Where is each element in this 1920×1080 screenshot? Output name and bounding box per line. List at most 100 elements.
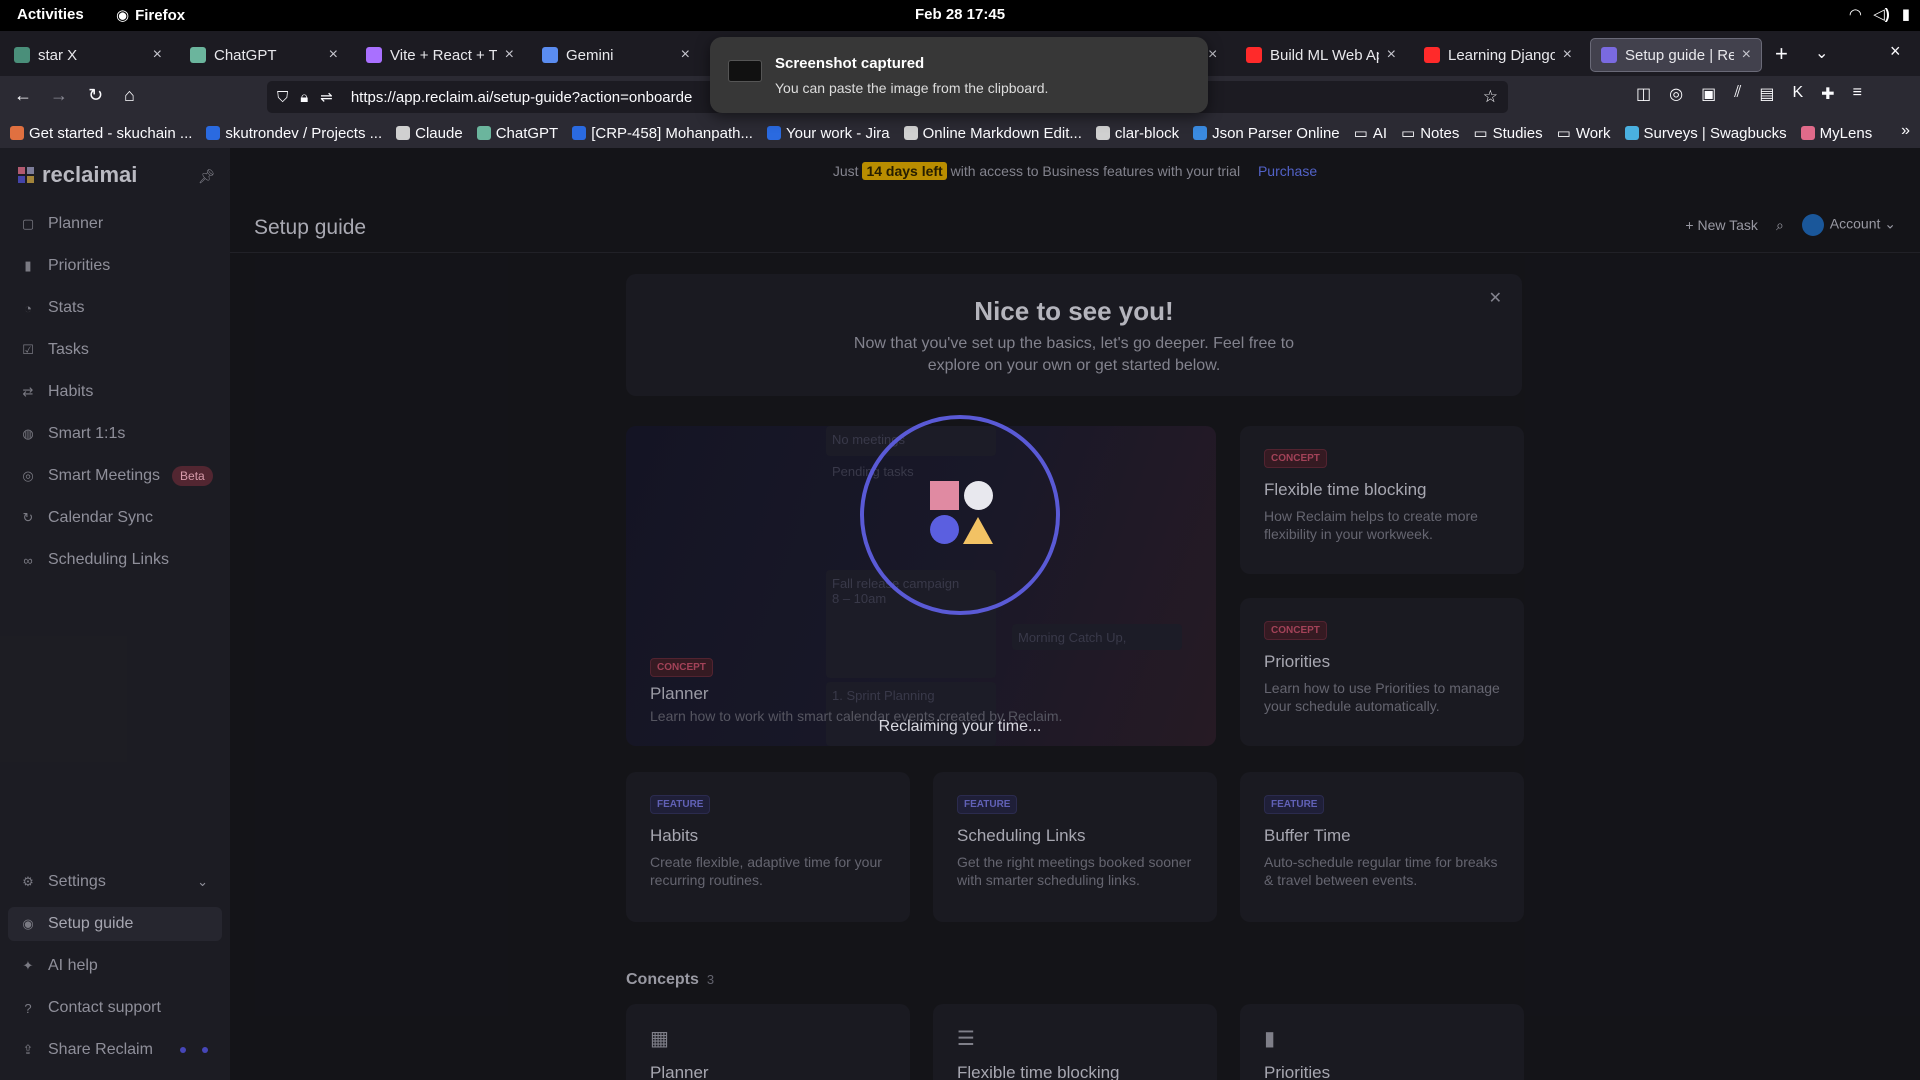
bookmark-item[interactable]: Online Markdown Edit... bbox=[903, 125, 1082, 142]
loading-text: Reclaiming your time... bbox=[878, 718, 1042, 735]
bookmark-item[interactable]: [CRP-458] Mohanpath... bbox=[572, 125, 753, 142]
system-top-bar: Activities ◉ Firefox Feb 28 17:45 ◠ ◁) ▮ bbox=[0, 0, 1920, 31]
library-icon[interactable]: ⫽ bbox=[1734, 84, 1741, 104]
tab-label: Learning Django [ bbox=[1448, 46, 1555, 64]
bookmark-folder[interactable]: ▭ Work bbox=[1556, 124, 1611, 143]
home-icon[interactable]: ⌂ bbox=[124, 85, 135, 106]
folder-icon: ▭ bbox=[1473, 125, 1488, 142]
tab-label: Setup guide | Recl bbox=[1625, 46, 1734, 64]
tab-vite[interactable]: Vite + React + TS × bbox=[356, 38, 524, 72]
pocket-icon[interactable]: ◫ bbox=[1636, 84, 1651, 104]
white-circle-icon bbox=[964, 481, 993, 510]
bookmark-item[interactable]: Get started - skuchain ... bbox=[10, 125, 192, 142]
notification-title: Screenshot captured bbox=[775, 55, 925, 72]
tab-list-chevron-icon[interactable]: ⌄ bbox=[1815, 43, 1828, 63]
bookmark-folder[interactable]: ▭ AI bbox=[1353, 124, 1387, 143]
tab-star-x[interactable]: star X × bbox=[4, 38, 172, 72]
wifi-icon: ◠ bbox=[1849, 6, 1862, 23]
tab-setup-guide[interactable]: Setup guide | Recl × bbox=[1590, 38, 1762, 72]
tab-build-ml[interactable]: Build ML Web App × bbox=[1236, 38, 1406, 72]
activities-button[interactable]: Activities bbox=[17, 6, 84, 23]
bookmark-item[interactable]: skutrondev / Projects ... bbox=[206, 125, 382, 142]
bookmark-favicon bbox=[396, 126, 411, 140]
close-icon[interactable]: × bbox=[1742, 46, 1751, 64]
bookmark-item[interactable]: Your work - Jira bbox=[766, 125, 890, 142]
bookmark-item[interactable]: Json Parser Online bbox=[1193, 125, 1340, 142]
shield-icon[interactable]: ⛉ bbox=[277, 89, 288, 106]
bookmark-folder[interactable]: ▭ Notes bbox=[1401, 124, 1459, 143]
forward-arrow-icon[interactable]: → bbox=[50, 85, 68, 106]
volume-icon: ◁) bbox=[1873, 6, 1890, 23]
tab-label: Build ML Web App bbox=[1270, 46, 1379, 64]
close-icon[interactable]: × bbox=[681, 46, 690, 64]
account-icon[interactable]: ◎ bbox=[1669, 84, 1683, 104]
tab-favicon bbox=[190, 47, 206, 63]
bookmark-favicon bbox=[1800, 126, 1815, 140]
bookmark-favicon bbox=[476, 126, 491, 140]
folder-icon: ▭ bbox=[1401, 125, 1416, 142]
bookmark-favicon bbox=[903, 126, 918, 140]
tab-chatgpt[interactable]: ChatGPT × bbox=[180, 38, 348, 72]
loading-ring bbox=[860, 415, 1060, 615]
youtube-icon bbox=[1246, 47, 1262, 63]
bookmark-star-icon[interactable]: ☆ bbox=[1483, 87, 1498, 107]
back-arrow-icon[interactable]: ← bbox=[14, 85, 32, 106]
notification-body: You can paste the image from the clipboa… bbox=[775, 80, 1049, 96]
bookmarks-overflow-icon[interactable]: » bbox=[1901, 122, 1910, 140]
bookmark-favicon bbox=[10, 126, 24, 140]
url-text[interactable]: https://app.reclaim.ai/setup-guide?actio… bbox=[351, 89, 692, 106]
toolbar-extensions: ◫ ◎ ▣ ⫽ ▤ K ✚ ≡ bbox=[1636, 84, 1862, 104]
lock-icon[interactable]: 🔒︎ bbox=[300, 89, 308, 106]
clock[interactable]: Feb 28 17:45 bbox=[915, 6, 1005, 23]
close-icon[interactable]: × bbox=[505, 46, 514, 64]
tab-favicon bbox=[366, 47, 382, 63]
bookmark-item[interactable]: MyLens bbox=[1800, 125, 1872, 142]
close-icon[interactable]: × bbox=[329, 46, 338, 64]
tab-learning-django[interactable]: Learning Django [ × bbox=[1414, 38, 1582, 72]
bookmark-favicon bbox=[1193, 126, 1208, 140]
tab-favicon bbox=[542, 47, 558, 63]
reader-icon[interactable]: ▤ bbox=[1759, 84, 1774, 104]
extensions-puzzle-icon[interactable]: ✚ bbox=[1821, 84, 1834, 104]
reload-icon[interactable]: ↻ bbox=[88, 85, 103, 106]
extension-badge-icon[interactable]: ▣ bbox=[1701, 84, 1716, 104]
screenshot-notification[interactable]: Screenshot captured You can paste the im… bbox=[710, 37, 1208, 113]
bookmark-favicon bbox=[1624, 126, 1639, 140]
folder-icon: ▭ bbox=[1353, 125, 1368, 142]
bookmark-favicon bbox=[766, 126, 781, 140]
youtube-icon bbox=[1424, 47, 1440, 63]
new-tab-button[interactable]: + bbox=[1775, 41, 1788, 67]
page-content: reclaimai 📌︎ ▢ Planner ▮ Priorities ◔ Stats… bbox=[0, 148, 1920, 1080]
firefox-icon: ◉ bbox=[116, 7, 130, 24]
close-icon[interactable]: × bbox=[153, 46, 162, 64]
tab-label: Gemini bbox=[566, 46, 614, 64]
blue-circle-icon bbox=[930, 515, 959, 544]
bookmark-item[interactable]: ChatGPT bbox=[476, 125, 558, 142]
bookmark-item[interactable]: Surveys | Swagbucks bbox=[1624, 125, 1787, 142]
menu-hamburger-icon[interactable]: ≡ bbox=[1853, 84, 1862, 104]
close-icon[interactable]: × bbox=[1563, 46, 1572, 64]
close-icon[interactable]: × bbox=[1387, 46, 1396, 64]
folder-icon: ▭ bbox=[1556, 125, 1571, 142]
bookmark-favicon bbox=[206, 126, 221, 140]
tab-favicon bbox=[1601, 47, 1617, 63]
k-extension-icon[interactable]: K bbox=[1792, 84, 1803, 104]
app-menu[interactable]: ◉ Firefox bbox=[116, 6, 186, 25]
window-close-icon[interactable]: × bbox=[1890, 41, 1901, 62]
close-icon[interactable]: × bbox=[1208, 46, 1217, 64]
bookmark-item[interactable]: Claude bbox=[396, 125, 463, 142]
permissions-icon[interactable]: ⇌ bbox=[320, 88, 333, 106]
system-tray[interactable]: ◠ ◁) ▮ bbox=[1850, 5, 1910, 23]
bookmark-folder[interactable]: ▭ Studies bbox=[1473, 124, 1542, 143]
bookmark-favicon bbox=[1095, 126, 1110, 140]
tab-label: star X bbox=[38, 46, 78, 64]
battery-icon: ▮ bbox=[1901, 6, 1910, 23]
tab-favicon bbox=[14, 47, 30, 63]
app-name: Firefox bbox=[135, 6, 186, 24]
yellow-triangle-icon bbox=[963, 517, 993, 544]
bookmark-item[interactable]: clar-block bbox=[1095, 125, 1179, 142]
tab-gemini[interactable]: Gemini × bbox=[532, 38, 700, 72]
screenshot-thumbnail-icon bbox=[728, 60, 762, 82]
tab-label: Vite + React + TS bbox=[390, 46, 497, 64]
bookmarks-bar: Get started - skuchain ... skutrondev / … bbox=[0, 118, 1920, 148]
